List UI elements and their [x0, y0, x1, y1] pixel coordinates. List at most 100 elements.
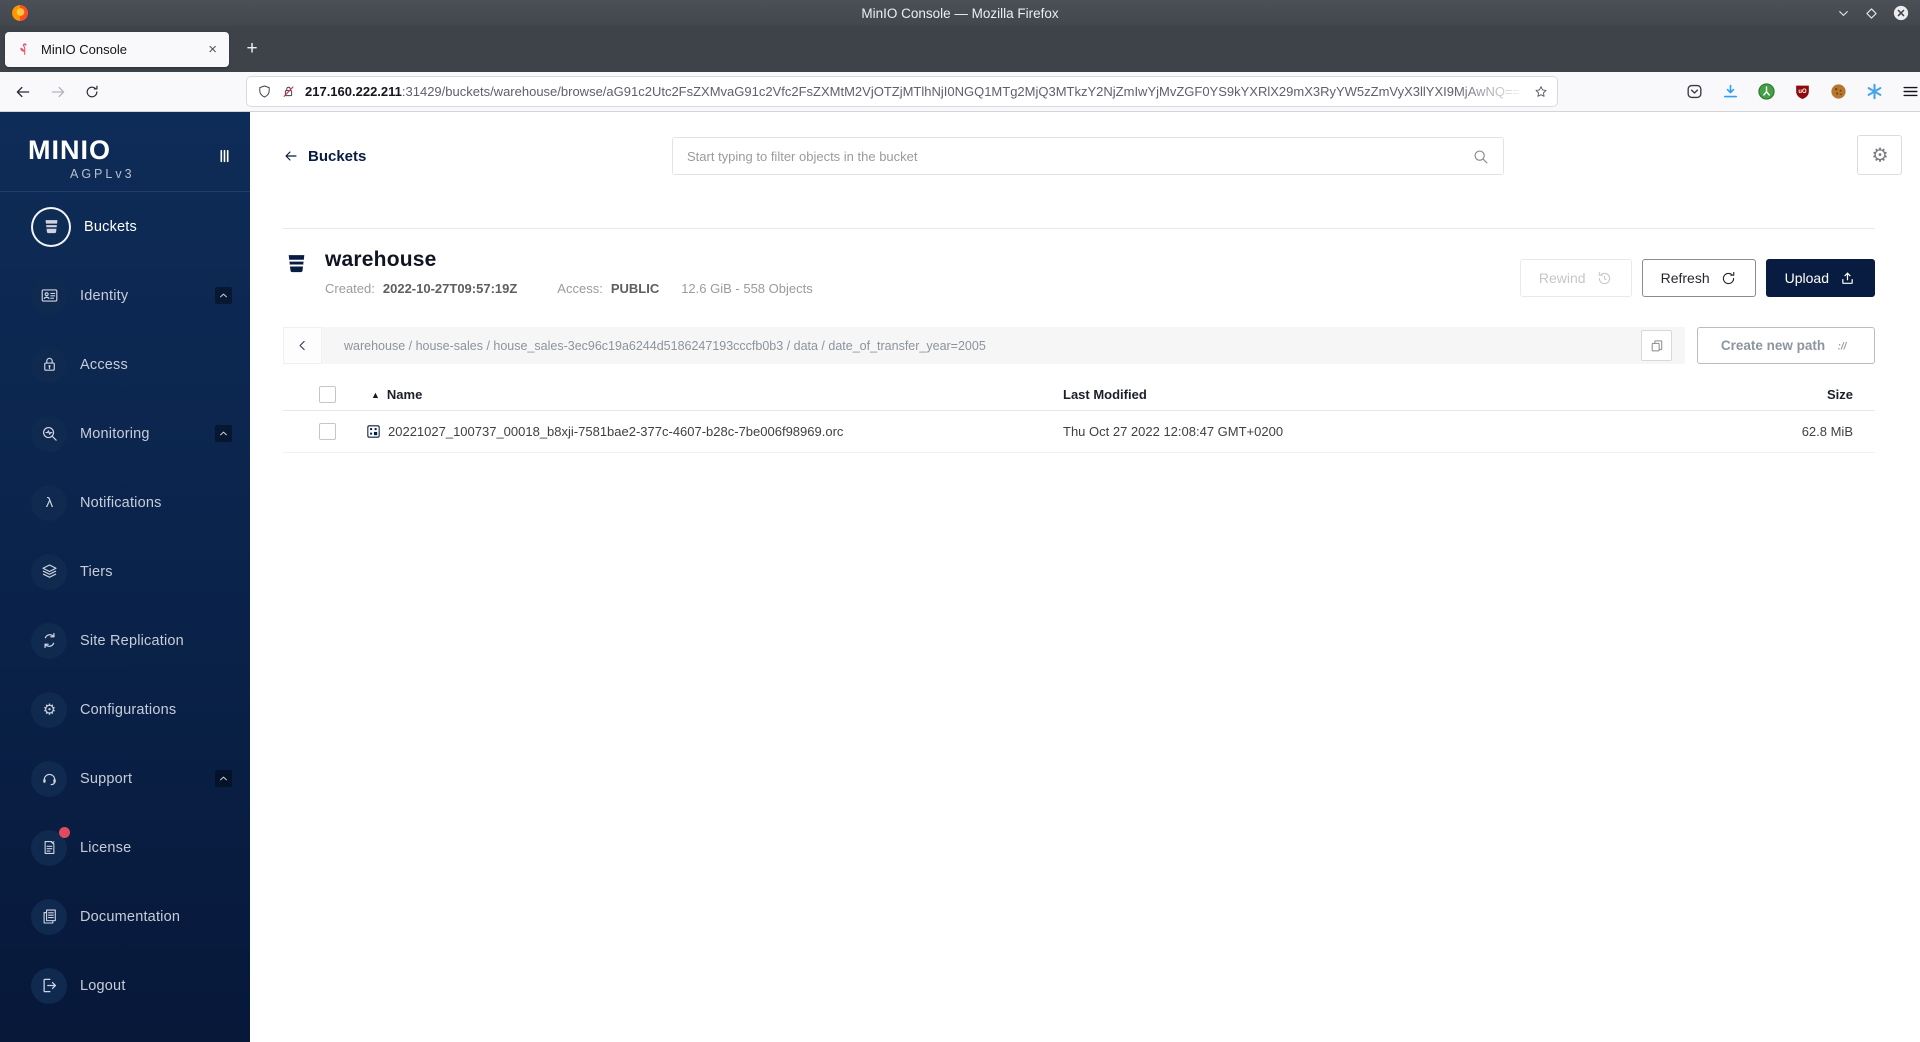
sidebar-item-label: Tiers — [80, 563, 113, 580]
tab-close-icon[interactable]: × — [204, 40, 221, 59]
window-close-icon[interactable] — [1892, 4, 1910, 22]
download-icon[interactable] — [1721, 82, 1740, 101]
sidebar-item-notifications[interactable]: λ Notifications — [0, 468, 250, 537]
create-new-path-button[interactable]: Create new path :// — [1697, 327, 1875, 364]
svg-text:uO: uO — [1798, 89, 1807, 95]
page-header: Buckets ⚙ — [250, 112, 1920, 228]
search-icon — [1472, 148, 1489, 165]
refresh-icon — [1720, 270, 1737, 287]
logout-icon — [40, 976, 59, 995]
column-header-last-modified: Last Modified — [1063, 387, 1147, 402]
menu-item-icon-circle — [31, 898, 67, 935]
sidebar-item-site-replication[interactable]: Site Replication — [0, 606, 250, 675]
sort-ascending-icon[interactable]: ▲ — [371, 390, 380, 400]
sidebar-item-tiers[interactable]: Tiers — [0, 537, 250, 606]
rewind-label: Rewind — [1538, 270, 1586, 286]
breadcrumb-back-button[interactable] — [283, 327, 322, 364]
url-bar[interactable]: 217.160.222.211:31429/buckets/warehouse/… — [247, 77, 1557, 106]
objects-table: ▲ Name Last Modified Size 20221027_10073… — [283, 379, 1875, 453]
object-name: 20221027_100737_00018_b8xji-7581bae2-377… — [388, 424, 844, 439]
configurations-icon: ⚙ — [40, 700, 59, 719]
rewind-button[interactable]: Rewind — [1519, 259, 1632, 297]
sidebar-item-configurations[interactable]: ⚙ Configurations — [0, 675, 250, 744]
upload-label: Upload — [1784, 270, 1829, 286]
sidebar-item-license[interactable]: License — [0, 813, 250, 882]
search-input[interactable] — [673, 148, 1472, 164]
sidebar-item-monitoring[interactable]: Monitoring — [0, 399, 250, 468]
column-header-name[interactable]: Name — [387, 387, 422, 402]
sidebar-item-identity[interactable]: Identity — [0, 261, 250, 330]
chevron-up-icon[interactable] — [215, 287, 232, 304]
sidebar-collapse-icon[interactable] — [216, 146, 233, 166]
sidebar-item-label: License — [80, 839, 132, 856]
browse-bar: warehouse / house-sales / house_sales-3e… — [283, 327, 1875, 364]
refresh-label: Refresh — [1660, 270, 1710, 286]
minio-license-tag: AGPLv3 — [70, 167, 135, 181]
site-replication-icon — [40, 631, 59, 650]
object-size: 62.8 MiB — [1801, 424, 1853, 439]
insecure-lock-icon[interactable] — [281, 84, 296, 99]
back-to-buckets-link[interactable]: Buckets — [283, 144, 366, 168]
bookmark-star-icon[interactable] — [1533, 84, 1549, 100]
menu-hamburger-icon[interactable] — [1901, 82, 1920, 101]
main-content: Buckets ⚙ warehouse Created: 2022-10-27T… — [250, 112, 1920, 1042]
created-label: Created: — [325, 281, 375, 296]
extension-green-icon[interactable] — [1757, 82, 1776, 101]
app: MINIO AGPLv3 Buckets Identity Access Mon… — [0, 112, 1920, 1042]
access-icon — [40, 355, 59, 374]
svg-text:⚙: ⚙ — [1871, 144, 1888, 166]
refresh-button[interactable]: Refresh — [1641, 259, 1756, 297]
window-title: MinIO Console — Mozilla Firefox — [861, 5, 1059, 21]
window-minimize-icon[interactable] — [1836, 6, 1851, 21]
table-header: ▲ Name Last Modified Size — [283, 379, 1875, 411]
menu-item-icon-circle — [31, 967, 67, 1004]
bucket-settings-button[interactable]: ⚙ — [1857, 135, 1902, 175]
select-all-checkbox[interactable] — [319, 386, 336, 403]
sidebar: MINIO AGPLv3 Buckets Identity Access Mon… — [0, 112, 250, 1042]
sidebar-item-label: Support — [80, 770, 133, 787]
sidebar-item-label: Configurations — [80, 701, 177, 718]
sidebar-item-documentation[interactable]: Documentation — [0, 882, 250, 951]
upload-button[interactable]: Upload — [1765, 259, 1875, 297]
tab-minio-console[interactable]: MinIO Console × — [5, 31, 229, 67]
sidebar-item-buckets[interactable]: Buckets — [0, 192, 250, 261]
url-path: :31429/buckets/warehouse/browse/aG91c2Ut… — [401, 83, 1521, 99]
sidebar-item-logout[interactable]: Logout — [0, 951, 250, 1020]
reload-button[interactable] — [84, 84, 100, 100]
chevron-up-icon[interactable] — [215, 425, 232, 442]
object-filter-search[interactable] — [672, 137, 1504, 175]
table-row[interactable]: 20221027_100737_00018_b8xji-7581bae2-377… — [283, 411, 1875, 453]
sidebar-item-label: Site Replication — [80, 632, 184, 649]
ublock-origin-icon[interactable]: uO — [1793, 82, 1812, 101]
pocket-icon[interactable] — [1685, 82, 1704, 101]
url-text: 217.160.222.211:31429/buckets/warehouse/… — [305, 82, 1525, 101]
sidebar-item-label: Identity — [80, 287, 129, 304]
upload-icon — [1839, 270, 1856, 287]
menu-item-icon-circle: λ — [31, 484, 67, 521]
extension-snowflake-icon[interactable] — [1865, 82, 1884, 101]
rewind-icon — [1596, 270, 1613, 287]
extension-icons: uO — [1685, 82, 1884, 101]
shield-icon[interactable] — [257, 84, 272, 99]
bucket-section: warehouse Created: 2022-10-27T09:57:19Z … — [283, 228, 1875, 297]
chevron-up-icon[interactable] — [215, 770, 232, 787]
tab-bar: MinIO Console × + — [0, 26, 1920, 72]
sidebar-item-support[interactable]: Support — [0, 744, 250, 813]
object-last-modified: Thu Oct 27 2022 12:08:47 GMT+0200 — [1063, 424, 1284, 439]
window-titlebar: MinIO Console — Mozilla Firefox — [0, 0, 1920, 26]
license-alert-badge — [59, 826, 70, 838]
menu-item-icon-circle — [31, 622, 67, 659]
breadcrumb-strip: warehouse / house-sales / house_sales-3e… — [322, 327, 1685, 364]
support-icon — [40, 769, 59, 788]
row-checkbox[interactable] — [319, 423, 336, 440]
copy-path-button[interactable] — [1641, 330, 1672, 361]
svg-text:λ: λ — [45, 496, 53, 511]
sidebar-item-label: Access — [80, 356, 128, 373]
forward-button[interactable] — [49, 83, 67, 101]
bucket-actions: Rewind Refresh Upload — [1519, 259, 1875, 297]
new-tab-button[interactable]: + — [238, 35, 266, 63]
window-maximize-icon[interactable] — [1864, 6, 1879, 21]
sidebar-item-access[interactable]: Access — [0, 330, 250, 399]
back-button[interactable] — [14, 83, 32, 101]
cookie-extension-icon[interactable] — [1829, 82, 1848, 101]
